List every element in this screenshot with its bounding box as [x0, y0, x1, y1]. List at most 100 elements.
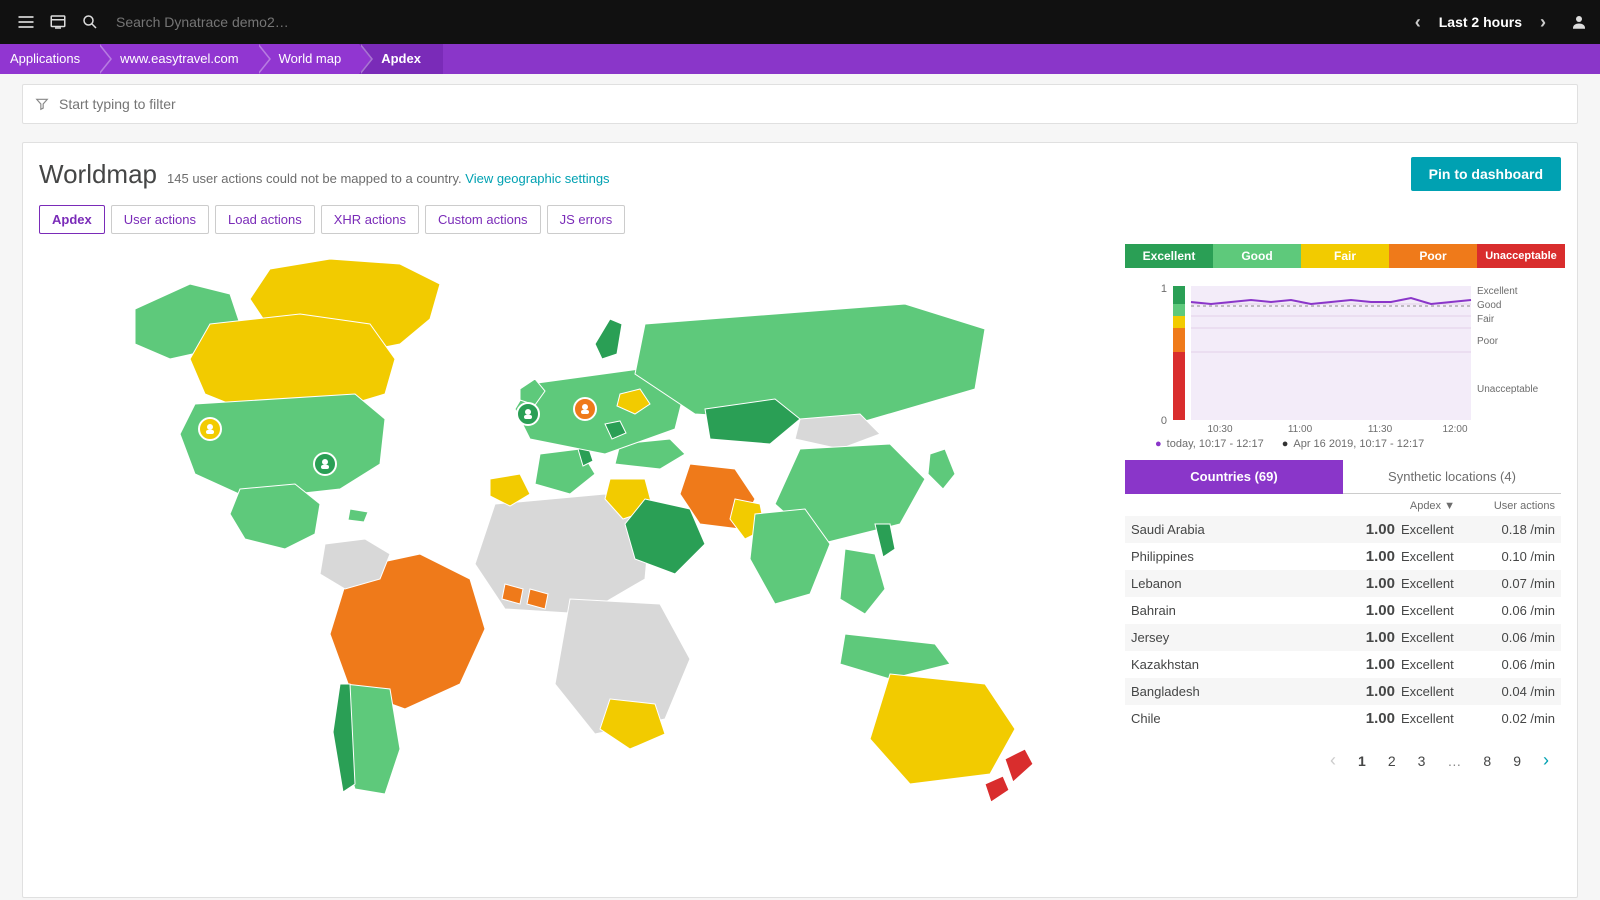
breadcrumb: Applications www.easytravel.com World ma…	[0, 44, 1600, 74]
top-bar: ‹ Last 2 hours ›	[0, 0, 1600, 44]
country-table: Saudi Arabia1.00Excellent0.18 /minPhilip…	[1125, 516, 1561, 732]
page-title: Worldmap	[39, 159, 157, 190]
apdex-label: Excellent	[1395, 549, 1475, 564]
trend-legend-compare: Apr 16 2019, 10:17 - 12:17	[1282, 438, 1425, 450]
table-row[interactable]: Bangladesh1.00Excellent0.04 /min	[1125, 678, 1561, 705]
breadcrumb-item[interactable]: Applications	[0, 44, 98, 74]
svg-text:1: 1	[1161, 283, 1167, 295]
svg-text:11:30: 11:30	[1368, 424, 1393, 434]
legend-poor: Poor	[1389, 244, 1477, 268]
tab-xhr-actions[interactable]: XHR actions	[321, 205, 419, 234]
page-ellipsis: …	[1447, 753, 1461, 769]
svg-text:Unacceptable: Unacceptable	[1477, 384, 1539, 395]
timeframe-prev-icon[interactable]: ‹	[1407, 11, 1429, 33]
filter-input[interactable]	[59, 96, 1565, 112]
synthetic-pin[interactable]	[199, 418, 221, 440]
apdex-label: Excellent	[1395, 522, 1475, 537]
apdex-value: 1.00	[1355, 521, 1395, 538]
country-cell: Lebanon	[1131, 576, 1355, 591]
legend-good: Good	[1213, 244, 1301, 268]
apdex-value: 1.00	[1355, 656, 1395, 673]
table-row[interactable]: Bahrain1.00Excellent0.06 /min	[1125, 597, 1561, 624]
svg-text:10:30: 10:30	[1207, 424, 1232, 434]
page-next-icon[interactable]: ›	[1543, 750, 1549, 771]
breadcrumb-item[interactable]: www.easytravel.com	[98, 44, 256, 74]
global-search-input[interactable]	[116, 14, 416, 30]
synthetic-pin[interactable]	[314, 453, 336, 475]
legend-fair: Fair	[1301, 244, 1389, 268]
apdex-value: 1.00	[1355, 683, 1395, 700]
svg-text:12:00: 12:00	[1442, 424, 1467, 434]
tab-apdex[interactable]: Apdex	[39, 205, 105, 234]
ua-rate: 0.18 /min	[1475, 522, 1555, 537]
page-prev-icon: ‹	[1330, 750, 1336, 771]
worldmap-card: Worldmap 145 user actions could not be m…	[22, 142, 1578, 898]
apdex-trend-chart[interactable]: 1 0	[1125, 274, 1565, 434]
apdex-label: Excellent	[1395, 657, 1475, 672]
breadcrumb-item[interactable]: World map	[257, 44, 360, 74]
subtab-synthetic[interactable]: Synthetic locations (4)	[1343, 460, 1561, 494]
ua-rate: 0.06 /min	[1475, 603, 1555, 618]
country-cell: Bangladesh	[1131, 684, 1355, 699]
timeframe-next-icon[interactable]: ›	[1532, 11, 1554, 33]
table-row[interactable]: Jersey1.00Excellent0.06 /min	[1125, 624, 1561, 651]
legend-excellent: Excellent	[1125, 244, 1213, 268]
country-cell: Philippines	[1131, 549, 1355, 564]
svg-text:Fair: Fair	[1477, 314, 1495, 325]
page-number[interactable]: 9	[1513, 753, 1521, 769]
geo-settings-link[interactable]: View geographic settings	[465, 171, 609, 186]
trend-legend: today, 10:17 - 12:17 Apr 16 2019, 10:17 …	[1125, 434, 1561, 460]
table-row[interactable]: Philippines1.00Excellent0.10 /min	[1125, 543, 1561, 570]
timeframe-selector[interactable]: ‹ Last 2 hours ›	[1407, 11, 1554, 33]
tab-user-actions[interactable]: User actions	[111, 205, 209, 234]
apdex-value: 1.00	[1355, 710, 1395, 727]
metric-tabs: Apdex User actions Load actions XHR acti…	[39, 205, 1561, 234]
tab-load-actions[interactable]: Load actions	[215, 205, 315, 234]
apdex-legend: Excellent Good Fair Poor Unacceptable	[1125, 244, 1565, 268]
table-row[interactable]: Chile1.00Excellent0.02 /min	[1125, 705, 1561, 732]
pin-dashboard-button[interactable]: Pin to dashboard	[1411, 157, 1561, 191]
trend-legend-today: today, 10:17 - 12:17	[1155, 438, 1264, 450]
side-panel: Excellent Good Fair Poor Unacceptable 1 …	[1121, 244, 1561, 814]
country-cell: Chile	[1131, 711, 1355, 726]
country-cell: Saudi Arabia	[1131, 522, 1355, 537]
table-row[interactable]: Kazakhstan1.00Excellent0.06 /min	[1125, 651, 1561, 678]
filter-bar	[22, 84, 1578, 124]
ua-rate: 0.10 /min	[1475, 549, 1555, 564]
sort-apdex[interactable]: Apdex ▼	[1355, 500, 1455, 512]
svg-text:Excellent: Excellent	[1477, 286, 1518, 297]
page-number[interactable]: 2	[1388, 753, 1396, 769]
page-number[interactable]: 3	[1418, 753, 1426, 769]
apdex-label: Excellent	[1395, 576, 1475, 591]
ua-rate: 0.06 /min	[1475, 630, 1555, 645]
table-row[interactable]: Lebanon1.00Excellent0.07 /min	[1125, 570, 1561, 597]
page-number[interactable]: 1	[1358, 753, 1366, 769]
menu-icon[interactable]	[10, 6, 42, 38]
tab-js-errors[interactable]: JS errors	[547, 205, 626, 234]
table-row[interactable]: Saudi Arabia1.00Excellent0.18 /min	[1125, 516, 1561, 543]
country-cell: Bahrain	[1131, 603, 1355, 618]
dashboard-icon[interactable]	[42, 6, 74, 38]
ua-rate: 0.06 /min	[1475, 657, 1555, 672]
search-icon[interactable]	[74, 6, 106, 38]
svg-text:Poor: Poor	[1477, 336, 1499, 347]
ua-rate: 0.04 /min	[1475, 684, 1555, 699]
svg-text:11:00: 11:00	[1288, 424, 1313, 434]
page-number[interactable]: 8	[1483, 753, 1491, 769]
world-map[interactable]	[39, 244, 1121, 814]
synthetic-pin[interactable]	[517, 403, 539, 425]
timeframe-label: Last 2 hours	[1439, 14, 1522, 30]
user-icon[interactable]	[1568, 11, 1590, 33]
apdex-label: Excellent	[1395, 684, 1475, 699]
synthetic-pin[interactable]	[574, 398, 596, 420]
ua-rate: 0.07 /min	[1475, 576, 1555, 591]
apdex-label: Excellent	[1395, 603, 1475, 618]
tab-custom-actions[interactable]: Custom actions	[425, 205, 541, 234]
page-subtitle: 145 user actions could not be mapped to …	[167, 171, 610, 186]
col-user-actions[interactable]: User actions	[1455, 500, 1555, 512]
global-search	[106, 14, 1407, 30]
legend-unacceptable: Unacceptable	[1477, 244, 1565, 268]
svg-text:Good: Good	[1477, 300, 1501, 311]
subtab-countries[interactable]: Countries (69)	[1125, 460, 1343, 494]
country-cell: Kazakhstan	[1131, 657, 1355, 672]
